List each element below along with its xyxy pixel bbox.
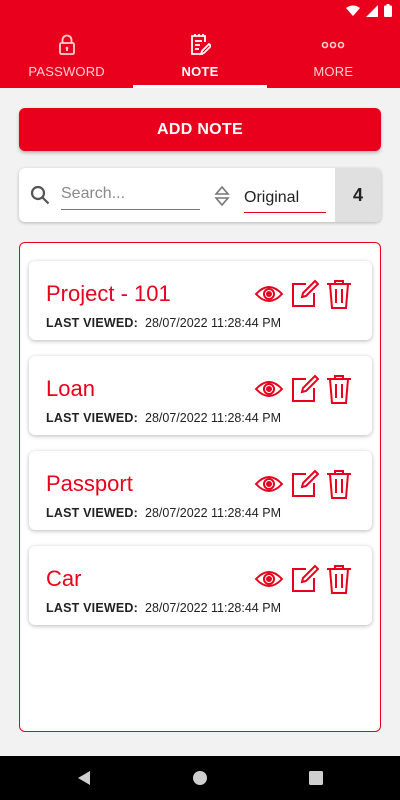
tab-note[interactable]: NOTE bbox=[133, 22, 267, 88]
note-actions bbox=[254, 374, 354, 404]
sort-select[interactable]: Original bbox=[244, 180, 326, 213]
note-edit-icon bbox=[189, 32, 211, 58]
lock-icon bbox=[58, 32, 76, 58]
tab-more[interactable]: MORE bbox=[267, 22, 400, 88]
back-icon[interactable] bbox=[74, 768, 94, 788]
note-card[interactable]: Passport LAST VIEWED: 28/07/2022 11:28:4… bbox=[29, 451, 372, 530]
delete-trash-icon[interactable] bbox=[324, 564, 354, 594]
add-note-button[interactable]: ADD NOTE bbox=[19, 108, 381, 151]
recents-icon[interactable] bbox=[306, 768, 326, 788]
note-title: Project - 101 bbox=[46, 281, 171, 306]
note-title: Loan bbox=[46, 376, 95, 401]
note-meta: LAST VIEWED: 28/07/2022 11:28:44 PM bbox=[46, 601, 281, 615]
last-viewed-value: 28/07/2022 11:28:44 PM bbox=[145, 411, 281, 425]
last-viewed-value: 28/07/2022 11:28:44 PM bbox=[145, 506, 281, 520]
tab-more-label: MORE bbox=[313, 63, 354, 79]
status-bar bbox=[0, 0, 400, 22]
sort-icon[interactable] bbox=[214, 185, 230, 212]
last-viewed-label: LAST VIEWED: bbox=[46, 411, 138, 425]
note-meta: LAST VIEWED: 28/07/2022 11:28:44 PM bbox=[46, 316, 281, 330]
note-meta: LAST VIEWED: 28/07/2022 11:28:44 PM bbox=[46, 506, 281, 520]
view-eye-icon[interactable] bbox=[254, 564, 284, 594]
tab-password-label: PASSWORD bbox=[28, 63, 105, 79]
main-content: ADD NOTE Original 4 Project - 101 LAST V… bbox=[0, 88, 400, 756]
note-actions bbox=[254, 279, 354, 309]
edit-icon[interactable] bbox=[289, 279, 319, 309]
note-card[interactable]: Car LAST VIEWED: 28/07/2022 11:28:44 PM bbox=[29, 546, 372, 625]
last-viewed-label: LAST VIEWED: bbox=[46, 316, 138, 330]
delete-trash-icon[interactable] bbox=[324, 374, 354, 404]
last-viewed-value: 28/07/2022 11:28:44 PM bbox=[145, 316, 281, 330]
wifi-icon bbox=[346, 4, 360, 22]
search-input[interactable] bbox=[61, 178, 200, 210]
edit-icon[interactable] bbox=[289, 469, 319, 499]
note-actions bbox=[254, 564, 354, 594]
delete-trash-icon[interactable] bbox=[324, 279, 354, 309]
delete-trash-icon[interactable] bbox=[324, 469, 354, 499]
signal-icon bbox=[366, 4, 378, 22]
note-actions bbox=[254, 469, 354, 499]
tab-password[interactable]: PASSWORD bbox=[0, 22, 133, 88]
battery-icon bbox=[384, 4, 392, 22]
notes-list: Project - 101 LAST VIEWED: 28/07/2022 11… bbox=[19, 242, 381, 732]
last-viewed-label: LAST VIEWED: bbox=[46, 601, 138, 615]
last-viewed-label: LAST VIEWED: bbox=[46, 506, 138, 520]
note-title: Car bbox=[46, 566, 82, 591]
home-icon[interactable] bbox=[190, 768, 210, 788]
tab-note-label: NOTE bbox=[181, 63, 219, 79]
top-tab-bar: PASSWORD NOTE MORE bbox=[0, 22, 400, 88]
search-bar: Original 4 bbox=[19, 168, 381, 222]
more-dots-icon bbox=[321, 32, 345, 58]
view-eye-icon[interactable] bbox=[254, 374, 284, 404]
search-icon bbox=[30, 185, 50, 210]
note-card[interactable]: Project - 101 LAST VIEWED: 28/07/2022 11… bbox=[29, 261, 372, 340]
note-title: Passport bbox=[46, 471, 133, 496]
status-icons bbox=[346, 4, 392, 22]
edit-icon[interactable] bbox=[289, 564, 319, 594]
edit-icon[interactable] bbox=[289, 374, 319, 404]
view-eye-icon[interactable] bbox=[254, 279, 284, 309]
note-card[interactable]: Loan LAST VIEWED: 28/07/2022 11:28:44 PM bbox=[29, 356, 372, 435]
note-count: 4 bbox=[335, 168, 381, 222]
system-nav-bar bbox=[0, 756, 400, 800]
last-viewed-value: 28/07/2022 11:28:44 PM bbox=[145, 601, 281, 615]
view-eye-icon[interactable] bbox=[254, 469, 284, 499]
note-meta: LAST VIEWED: 28/07/2022 11:28:44 PM bbox=[46, 411, 281, 425]
